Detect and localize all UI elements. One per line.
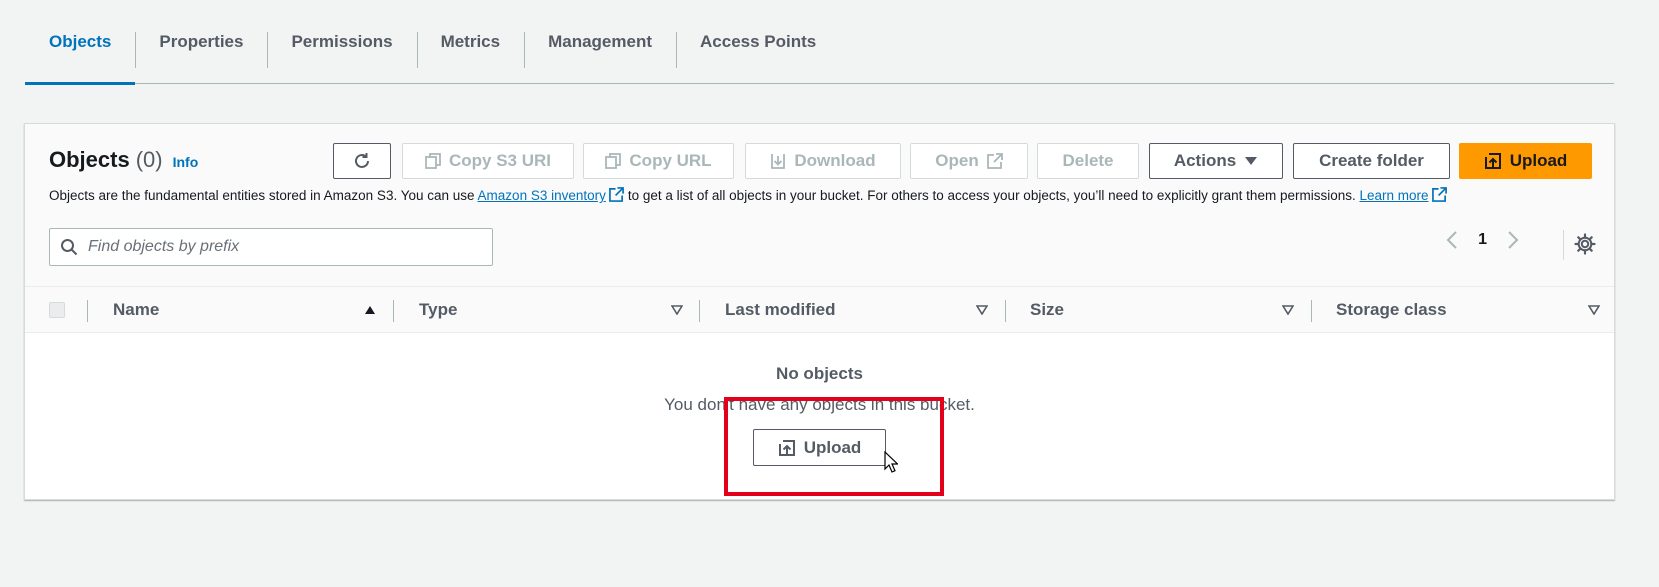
panel-title-text: Objects bbox=[49, 147, 130, 172]
delete-label: Delete bbox=[1062, 151, 1114, 170]
table-header: Name Type Last modified Size Storage cla… bbox=[25, 287, 1614, 333]
sort-ascending-icon[interactable] bbox=[364, 305, 376, 315]
tab-objects[interactable]: Objects bbox=[25, 0, 136, 85]
open-label: Open bbox=[935, 151, 979, 170]
empty-upload-label: Upload bbox=[803, 437, 862, 457]
pagination: 1 bbox=[1446, 230, 1519, 250]
sort-icon[interactable] bbox=[976, 305, 988, 315]
divider bbox=[393, 300, 394, 322]
page-number[interactable]: 1 bbox=[1478, 231, 1487, 249]
object-count: (0) bbox=[135, 147, 163, 172]
sort-icon[interactable] bbox=[1282, 305, 1294, 315]
gear-icon[interactable] bbox=[1574, 233, 1596, 255]
search-icon bbox=[61, 239, 78, 256]
download-label: Download bbox=[794, 151, 876, 170]
upload-icon bbox=[1484, 153, 1501, 169]
column-header-last-modified[interactable]: Last modified bbox=[725, 287, 836, 333]
divider bbox=[1311, 300, 1312, 322]
empty-state-title: No objects bbox=[776, 364, 863, 383]
tab-properties[interactable]: Properties bbox=[135, 0, 267, 84]
external-link-icon bbox=[608, 187, 624, 202]
panel-title: Objects (0) Info bbox=[49, 147, 198, 173]
sort-icon[interactable] bbox=[671, 305, 683, 315]
refresh-button[interactable] bbox=[333, 143, 391, 179]
upload-icon bbox=[778, 439, 795, 456]
column-header-storage-class[interactable]: Storage class bbox=[1336, 287, 1447, 333]
divider bbox=[699, 300, 700, 322]
actions-label: Actions bbox=[1173, 151, 1237, 170]
external-link-icon bbox=[986, 153, 1003, 169]
description-text-2: to get a list of all objects in your buc… bbox=[627, 188, 1356, 203]
tab-management[interactable]: Management bbox=[524, 0, 676, 84]
copy-s3-uri-button[interactable]: Copy S3 URI bbox=[402, 143, 574, 179]
chevron-right-icon[interactable] bbox=[1507, 230, 1519, 250]
mouse-cursor-icon bbox=[884, 451, 898, 473]
empty-upload-button[interactable]: Upload bbox=[753, 429, 886, 466]
upload-button[interactable]: Upload bbox=[1459, 143, 1592, 179]
refresh-icon bbox=[355, 153, 369, 168]
create-folder-button[interactable]: Create folder bbox=[1293, 143, 1450, 179]
divider bbox=[1563, 230, 1564, 260]
copy-url-button[interactable]: Copy URL bbox=[583, 143, 734, 179]
copy-icon bbox=[605, 153, 622, 169]
divider bbox=[1005, 300, 1006, 322]
download-icon bbox=[771, 154, 786, 169]
open-button[interactable]: Open bbox=[910, 143, 1028, 179]
objects-panel: Objects (0) Info Copy S3 URI Copy URL Do… bbox=[24, 123, 1615, 500]
learn-more-link[interactable]: Learn more bbox=[1359, 188, 1428, 203]
tab-bar: Objects Properties Permissions Metrics M… bbox=[25, 0, 1614, 85]
tab-metrics[interactable]: Metrics bbox=[416, 0, 525, 84]
objects-description: Objects are the fundamental entities sto… bbox=[49, 187, 1451, 203]
copy-url-label: Copy URL bbox=[629, 151, 712, 170]
description-text: Objects are the fundamental entities sto… bbox=[49, 188, 475, 203]
panel-header: Objects (0) Info Copy S3 URI Copy URL Do… bbox=[25, 124, 1614, 287]
column-header-name[interactable]: Name bbox=[113, 287, 159, 333]
copy-icon bbox=[425, 153, 441, 169]
actions-dropdown[interactable]: Actions bbox=[1149, 143, 1283, 179]
caret-down-icon bbox=[1245, 157, 1258, 165]
empty-state-subtitle: You don't have any objects in this bucke… bbox=[664, 395, 975, 414]
column-header-type[interactable]: Type bbox=[419, 287, 457, 333]
create-folder-label: Create folder bbox=[1319, 151, 1424, 170]
download-button[interactable]: Download bbox=[745, 143, 901, 179]
column-header-size[interactable]: Size bbox=[1030, 287, 1064, 333]
divider bbox=[87, 300, 88, 322]
sort-icon[interactable] bbox=[1588, 305, 1600, 315]
search-placeholder: Find objects by prefix bbox=[88, 238, 240, 255]
tab-access-points[interactable]: Access Points bbox=[676, 0, 840, 84]
upload-label: Upload bbox=[1509, 151, 1568, 170]
select-all-checkbox[interactable] bbox=[49, 302, 65, 318]
copy-s3-uri-label: Copy S3 URI bbox=[448, 151, 552, 170]
search-input[interactable]: Find objects by prefix bbox=[49, 228, 493, 266]
external-link-icon bbox=[1431, 187, 1447, 202]
inventory-link[interactable]: Amazon S3 inventory bbox=[478, 188, 606, 203]
info-link[interactable]: Info bbox=[173, 154, 199, 170]
delete-button[interactable]: Delete bbox=[1037, 143, 1139, 179]
tab-permissions[interactable]: Permissions bbox=[267, 0, 416, 84]
chevron-left-icon[interactable] bbox=[1446, 230, 1458, 250]
